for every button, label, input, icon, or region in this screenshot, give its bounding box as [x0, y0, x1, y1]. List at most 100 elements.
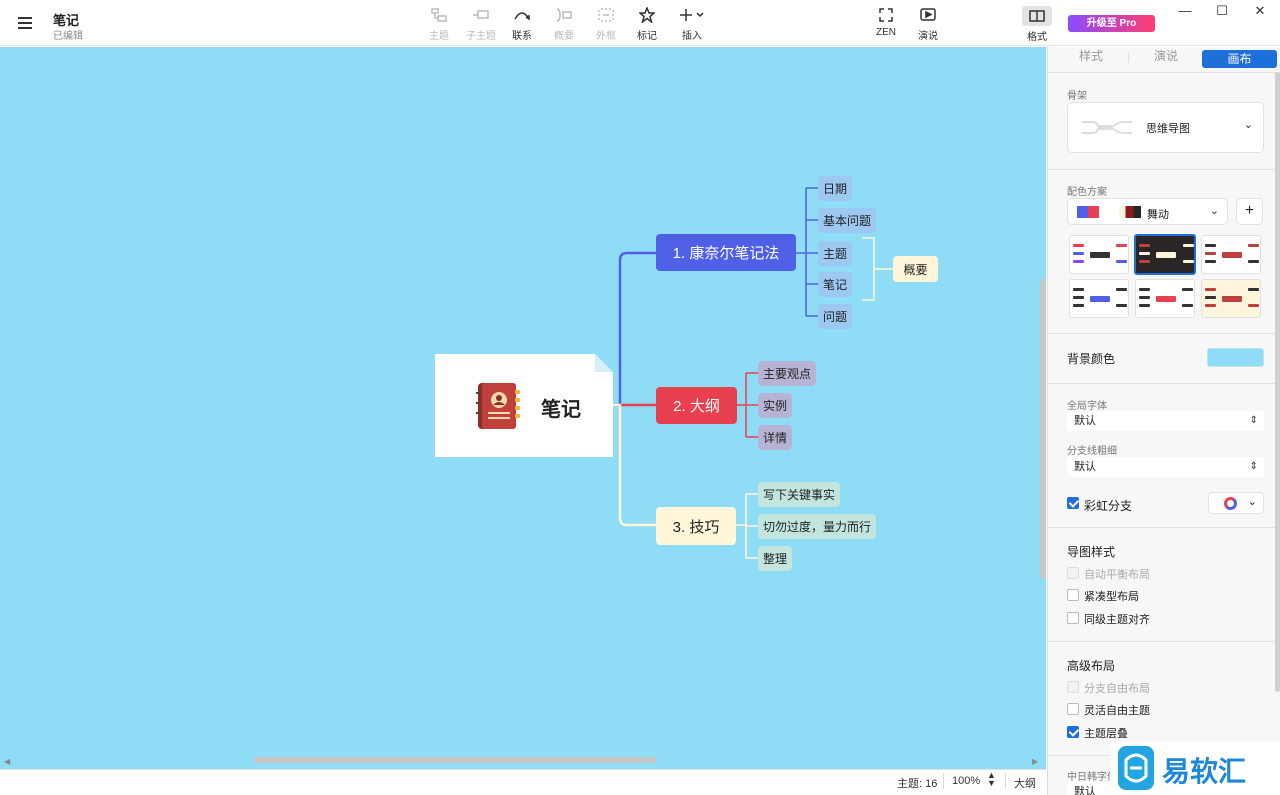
- document-status: 已编辑: [53, 31, 83, 42]
- subtopic-button[interactable]: 子主题: [461, 6, 501, 42]
- global-font-select[interactable]: 默认 ⇕: [1067, 411, 1264, 431]
- topic-overlap-checkbox[interactable]: [1067, 726, 1079, 738]
- close-button[interactable]: ✕: [1250, 3, 1270, 19]
- scheme-thumb-4[interactable]: [1069, 279, 1129, 318]
- marker-button[interactable]: 标记: [627, 6, 667, 42]
- add-color-scheme-button[interactable]: +: [1236, 198, 1263, 225]
- zoom-stepper-icon[interactable]: ▲ ▼: [987, 771, 996, 788]
- color-scheme-select[interactable]: 舞动 ⌄: [1067, 198, 1228, 225]
- format-panel: 样式 演说 画布 骨架 思维导图 ⌄ 配色方案 舞动 ⌄ + 背景颜色 全局字体…: [1047, 47, 1280, 795]
- subtopic-label: 子主题: [466, 31, 496, 42]
- topic-count: 主题: 16: [897, 778, 938, 790]
- tab-divider: [1128, 53, 1129, 63]
- panel-icon: [1029, 10, 1045, 22]
- scheme-thumb-3[interactable]: [1201, 235, 1261, 274]
- scroll-right-icon[interactable]: ▶: [1032, 757, 1038, 766]
- chevron-down-icon: ⌄: [1209, 205, 1219, 217]
- flexible-free-topic-checkbox[interactable]: [1067, 703, 1079, 715]
- central-topic[interactable]: [435, 354, 613, 457]
- status-bar: [0, 769, 1046, 795]
- rainbow-branch-checkbox[interactable]: [1067, 497, 1079, 509]
- canvas-vertical-scrollbar[interactable]: [1040, 279, 1046, 579]
- boundary-button[interactable]: 外框: [586, 6, 626, 42]
- play-icon: [920, 6, 936, 24]
- branch-width-select[interactable]: 默认 ⇕: [1067, 457, 1264, 477]
- tab-canvas[interactable]: 画布: [1202, 50, 1277, 68]
- subtopic-basic-question[interactable]: 基本问题: [818, 208, 877, 233]
- subtopic-organize[interactable]: 整理: [758, 546, 793, 571]
- subtopic-moderation[interactable]: 切勿过度，量力而行: [758, 514, 877, 539]
- subtopic-date[interactable]: 日期: [818, 176, 853, 201]
- star-icon: [639, 6, 655, 24]
- subtopic-key-facts[interactable]: 写下关键事实: [758, 482, 841, 507]
- insert-button[interactable]: 插入: [672, 6, 712, 42]
- subtopic-questions[interactable]: 问题: [818, 304, 853, 329]
- panel-divider: [1048, 333, 1280, 334]
- menu-icon[interactable]: [14, 12, 36, 34]
- subtopic-notes[interactable]: 笔记: [818, 272, 853, 297]
- background-color-label: 背景颜色: [1067, 352, 1116, 366]
- branch-tips[interactable]: 3. 技巧: [656, 507, 736, 545]
- tab-present[interactable]: 演说: [1141, 47, 1191, 65]
- scheme-thumb-2-selected[interactable]: [1134, 234, 1196, 275]
- format-label: 格式: [1027, 32, 1047, 43]
- insert-label: 插入: [682, 31, 702, 42]
- minimize-button[interactable]: —: [1175, 3, 1195, 19]
- summary-node[interactable]: 概要: [893, 256, 938, 282]
- subtopic-icon: [472, 6, 490, 24]
- upgrade-pro-button[interactable]: 升级至 Pro: [1068, 15, 1155, 32]
- global-font-value: 默认: [1074, 415, 1096, 427]
- status-divider: [1005, 773, 1006, 789]
- zen-button[interactable]: ZEN: [866, 6, 906, 42]
- relation-label: 联系: [512, 31, 532, 42]
- zoom-level[interactable]: 100%: [952, 775, 980, 787]
- color-scheme-label: 配色方案: [1067, 187, 1107, 198]
- format-panel-toggle[interactable]: [1022, 6, 1052, 26]
- subtopic-examples[interactable]: 实例: [758, 393, 793, 418]
- background-color-swatch[interactable]: [1207, 348, 1264, 367]
- relation-button[interactable]: 联系: [502, 6, 542, 42]
- scheme-thumb-1[interactable]: [1069, 235, 1129, 274]
- canvas-horizontal-scrollbar[interactable]: [254, 757, 656, 763]
- scheme-swatch-b: [1119, 206, 1141, 218]
- subtopic-details[interactable]: 详情: [758, 425, 793, 450]
- global-font-label: 全局字体: [1067, 401, 1107, 412]
- skeleton-value: 思维导图: [1146, 123, 1190, 135]
- outline-view-button[interactable]: 大纲: [1014, 775, 1036, 791]
- tab-style[interactable]: 样式: [1066, 47, 1116, 65]
- present-button[interactable]: 演说: [908, 6, 948, 42]
- subtopic-topic[interactable]: 主题: [818, 241, 853, 266]
- subtopic-main-points[interactable]: 主要观点: [758, 361, 817, 386]
- scroll-left-icon[interactable]: ◀: [4, 757, 10, 766]
- align-siblings-checkbox[interactable]: [1067, 612, 1079, 624]
- cjk-font-value: 默认: [1074, 786, 1096, 795]
- rainbow-icon: [1224, 497, 1237, 510]
- watermark-text: 易软汇: [1162, 756, 1247, 787]
- skeleton-select[interactable]: 思维导图 ⌄: [1067, 102, 1264, 153]
- topic-button[interactable]: 主题: [419, 6, 459, 42]
- auto-balance-label: 自动平衡布局: [1084, 569, 1150, 581]
- topic-overlap-label: 主题层叠: [1084, 728, 1128, 740]
- branch-width-value: 默认: [1074, 461, 1096, 473]
- mindmap-canvas[interactable]: 笔记 1. 康奈尔笔记法 日期 基本问题 主题 笔记 问题 概要 2. 大纲 主…: [0, 47, 1046, 769]
- compact-layout-checkbox[interactable]: [1067, 589, 1079, 601]
- rainbow-style-select[interactable]: ⌄: [1208, 492, 1264, 514]
- watermark-logo-icon: [1118, 746, 1154, 790]
- panel-scrollbar[interactable]: [1275, 72, 1280, 692]
- updown-icon: ⇕: [1249, 415, 1258, 426]
- chevron-down-icon: ⌄: [1243, 119, 1253, 131]
- auto-balance-checkbox[interactable]: [1067, 567, 1079, 579]
- scheme-thumb-5[interactable]: [1135, 279, 1195, 318]
- free-branch-checkbox[interactable]: [1067, 681, 1079, 693]
- maximize-button[interactable]: ☐: [1212, 3, 1232, 19]
- summary-button[interactable]: 概要: [544, 6, 584, 42]
- chevron-down-icon: ⌄: [1247, 496, 1257, 508]
- branch-cornell[interactable]: 1. 康奈尔笔记法: [656, 234, 796, 271]
- scheme-swatch-a: [1077, 206, 1099, 218]
- updown-icon: ⇕: [1249, 461, 1258, 472]
- summary-label: 概要: [554, 31, 574, 42]
- branch-outline[interactable]: 2. 大纲: [656, 387, 737, 424]
- panel-divider: [1048, 383, 1280, 384]
- scheme-thumb-6[interactable]: [1201, 279, 1261, 318]
- color-scheme-value: 舞动: [1147, 209, 1169, 221]
